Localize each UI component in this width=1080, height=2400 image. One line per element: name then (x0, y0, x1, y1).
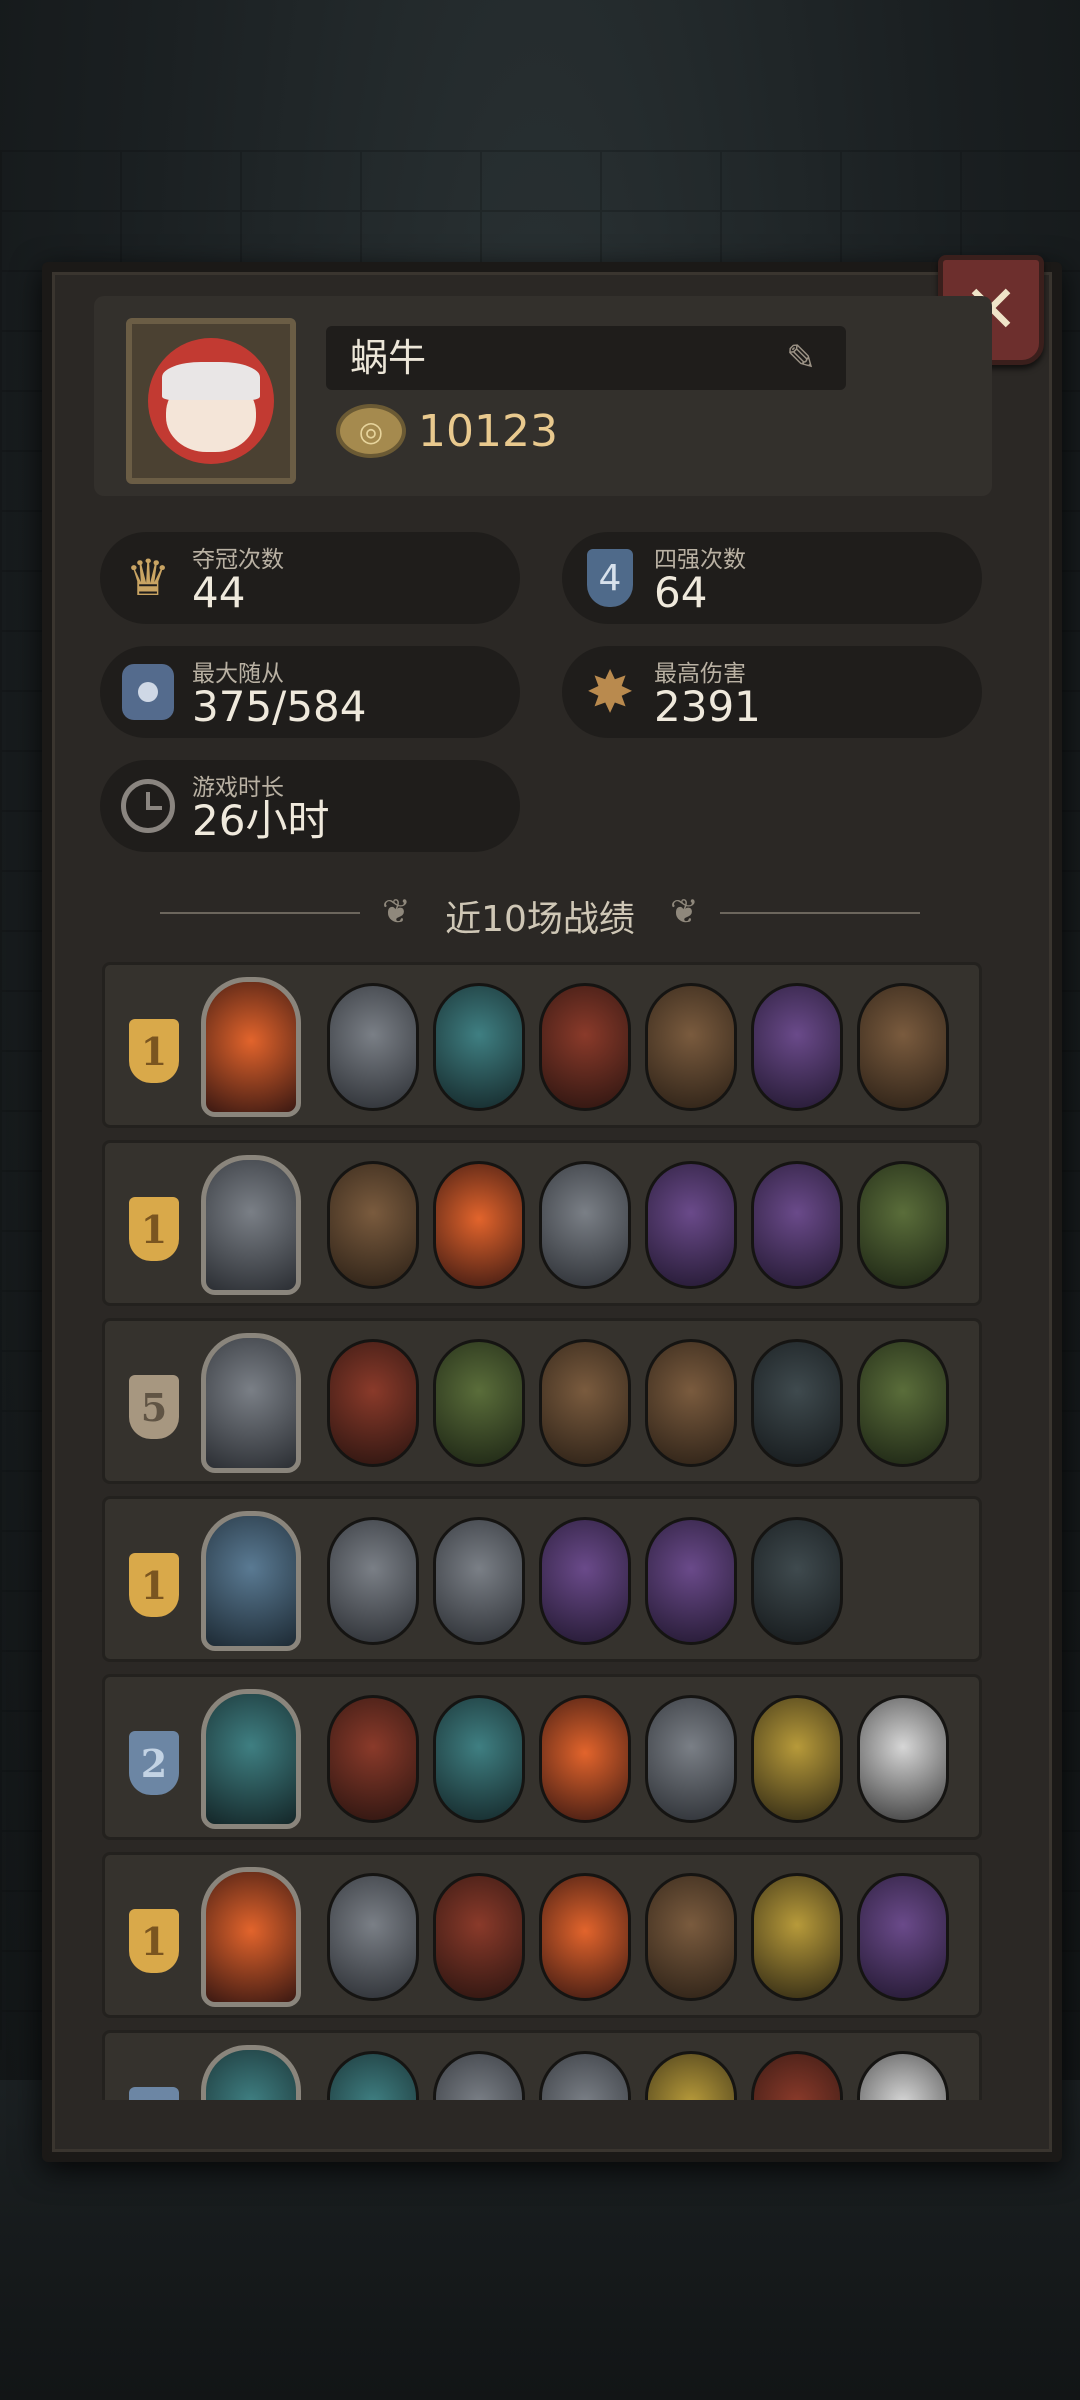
stat-max-minions: 最大随从 375/584 (100, 646, 520, 738)
stat-max-damage: ✸ 最高伤害 2391 (562, 646, 982, 738)
minion-card[interactable] (857, 1695, 949, 1823)
match-history-list[interactable]: 1 1 5 1 2 1 (102, 962, 982, 2100)
gold-amount: 10123 (418, 406, 558, 457)
hero-portrait[interactable] (201, 1867, 301, 2007)
minion-card[interactable] (539, 1695, 631, 1823)
hero-portrait[interactable] (201, 977, 301, 1117)
rank-badge: 1 (129, 1909, 179, 1973)
minion-card[interactable] (751, 983, 843, 1111)
minion-card[interactable] (539, 1339, 631, 1467)
minion-card[interactable] (857, 1873, 949, 2001)
minion-card[interactable] (857, 2051, 949, 2100)
rank-badge: 1 (129, 1019, 179, 1083)
minion-card[interactable] (857, 983, 949, 1111)
minion-card[interactable] (433, 1695, 525, 1823)
rank-badge: 5 (129, 1375, 179, 1439)
minion-card[interactable] (433, 1161, 525, 1289)
match-row[interactable]: 2 (102, 1674, 982, 1840)
match-row[interactable]: 1 (102, 962, 982, 1128)
minion-card[interactable] (433, 1339, 525, 1467)
minion-card[interactable] (645, 1339, 737, 1467)
hero-portrait[interactable] (201, 1333, 301, 1473)
minion-card[interactable] (751, 2051, 843, 2100)
rank-badge: 1 (129, 1553, 179, 1617)
minion-card[interactable] (751, 1339, 843, 1467)
minion-card[interactable] (645, 1517, 737, 1645)
minion-card[interactable] (433, 2051, 525, 2100)
pencil-icon[interactable]: ✎ (786, 338, 816, 379)
stat-value: 2391 (654, 682, 761, 731)
coin-icon: ◎ (336, 404, 406, 458)
minion-card[interactable] (327, 983, 419, 1111)
minion-card[interactable] (645, 1695, 737, 1823)
minion-card[interactable] (539, 1161, 631, 1289)
minion-card[interactable] (539, 1517, 631, 1645)
rank-4-badge-icon: 4 (578, 546, 642, 610)
stat-value: 26小时 (192, 796, 330, 845)
minion-card[interactable] (857, 1339, 949, 1467)
history-title: 近10场战绩 (445, 899, 635, 940)
stat-top4: 4 四强次数 64 (562, 532, 982, 624)
history-header: ❦ 近10场战绩 ❦ (160, 882, 920, 942)
minion-card[interactable] (433, 1873, 525, 2001)
stat-champion: ♛ 夺冠次数 44 (100, 532, 520, 624)
minion-card[interactable] (751, 1873, 843, 2001)
minion-card[interactable] (327, 2051, 419, 2100)
crown-icon: ♛ (125, 549, 171, 607)
match-row[interactable]: 1 (102, 1852, 982, 2018)
hero-portrait[interactable] (201, 1689, 301, 1829)
minion-card[interactable] (433, 1517, 525, 1645)
match-row[interactable]: 1 (102, 1496, 982, 1662)
minion-card[interactable] (645, 1873, 737, 2001)
match-row[interactable]: 5 (102, 1318, 982, 1484)
rank-badge: 1 (129, 1197, 179, 1261)
minion-card[interactable] (751, 1161, 843, 1289)
divider-line (720, 912, 920, 914)
hero-portrait[interactable] (201, 2045, 301, 2100)
minion-card[interactable] (645, 983, 737, 1111)
minion-icon (116, 660, 180, 724)
minion-card[interactable] (433, 983, 525, 1111)
minion-card[interactable] (539, 1873, 631, 2001)
match-row[interactable] (102, 2030, 982, 2100)
stat-value: 64 (654, 568, 708, 617)
avatar-image (148, 338, 274, 464)
minion-card[interactable] (645, 2051, 737, 2100)
nickname: 蜗牛 (350, 336, 427, 380)
damage-burst-icon: ✸ (585, 658, 635, 726)
minion-card[interactable] (327, 1161, 419, 1289)
minion-card[interactable] (645, 1161, 737, 1289)
minion-card[interactable] (327, 1339, 419, 1467)
minion-card[interactable] (751, 1517, 843, 1645)
stat-value: 375/584 (192, 682, 367, 731)
clock-icon (116, 774, 180, 838)
rank-badge (129, 2087, 179, 2100)
minion-card[interactable] (751, 1695, 843, 1823)
minion-card[interactable] (327, 1695, 419, 1823)
hero-portrait[interactable] (201, 1155, 301, 1295)
rank-badge: 2 (129, 1731, 179, 1795)
avatar[interactable] (126, 318, 296, 484)
minion-card[interactable] (857, 1161, 949, 1289)
minion-card[interactable] (327, 1517, 419, 1645)
minion-card[interactable] (539, 983, 631, 1111)
swirl-icon: ❦ (670, 892, 699, 932)
minion-card[interactable] (327, 1873, 419, 2001)
stat-play-time: 游戏时长 26小时 (100, 760, 520, 852)
hero-portrait[interactable] (201, 1511, 301, 1651)
minion-card[interactable] (539, 2051, 631, 2100)
stat-value: 44 (192, 568, 246, 617)
match-row[interactable]: 1 (102, 1140, 982, 1306)
